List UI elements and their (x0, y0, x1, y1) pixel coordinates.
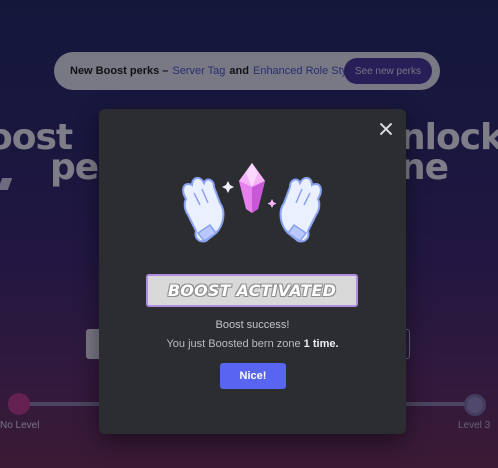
left-glove-icon (182, 177, 225, 243)
boost-success-title: Boost success! (215, 319, 290, 331)
right-glove-icon (279, 177, 322, 243)
close-icon[interactable] (378, 121, 394, 137)
boost-message-count: 1 time. (303, 338, 339, 350)
boost-crystal-hands-illustration (182, 163, 322, 243)
boost-success-modal: BOOST ACTIVATED Boost success! You just … (99, 109, 406, 434)
boost-message-prefix: You just Boosted bern zone (166, 338, 304, 350)
boost-success-message: You just Boosted bern zone 1 time. (99, 338, 406, 350)
boost-crystal-icon (239, 163, 265, 213)
boost-activated-text: BOOST ACTIVATED (167, 281, 337, 300)
boost-activated-banner: BOOST ACTIVATED (146, 274, 358, 307)
sparkle-icon (267, 199, 277, 208)
nice-button[interactable]: Nice! (220, 363, 286, 389)
sparkle-icon (222, 181, 234, 193)
